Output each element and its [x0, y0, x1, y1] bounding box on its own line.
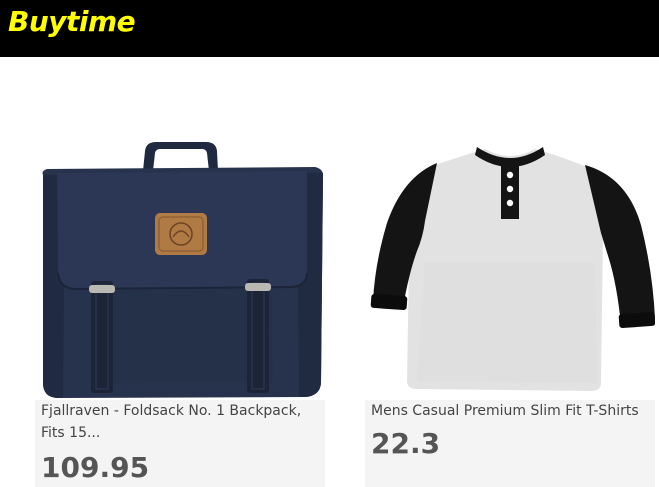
product-info: Fjallraven - Foldsack No. 1 Backpack, Fi… [35, 400, 325, 487]
header-bar: Buytime [0, 0, 659, 57]
product-image[interactable] [35, 113, 325, 400]
backpack-image [42, 142, 324, 398]
product-image[interactable] [365, 113, 655, 400]
tshirt-image [370, 147, 655, 391]
product-title[interactable]: Mens Casual Premium Slim Fit T-Shirts [365, 400, 655, 422]
product-info: Mens Casual Premium Slim Fit T-Shirts 22… [365, 400, 655, 487]
product-price: 109.95 [41, 451, 150, 484]
product-title[interactable]: Fjallraven - Foldsack No. 1 Backpack, Fi… [35, 400, 325, 444]
brand-logo[interactable]: Buytime [8, 2, 136, 42]
product-price: 22.3 [371, 427, 441, 460]
